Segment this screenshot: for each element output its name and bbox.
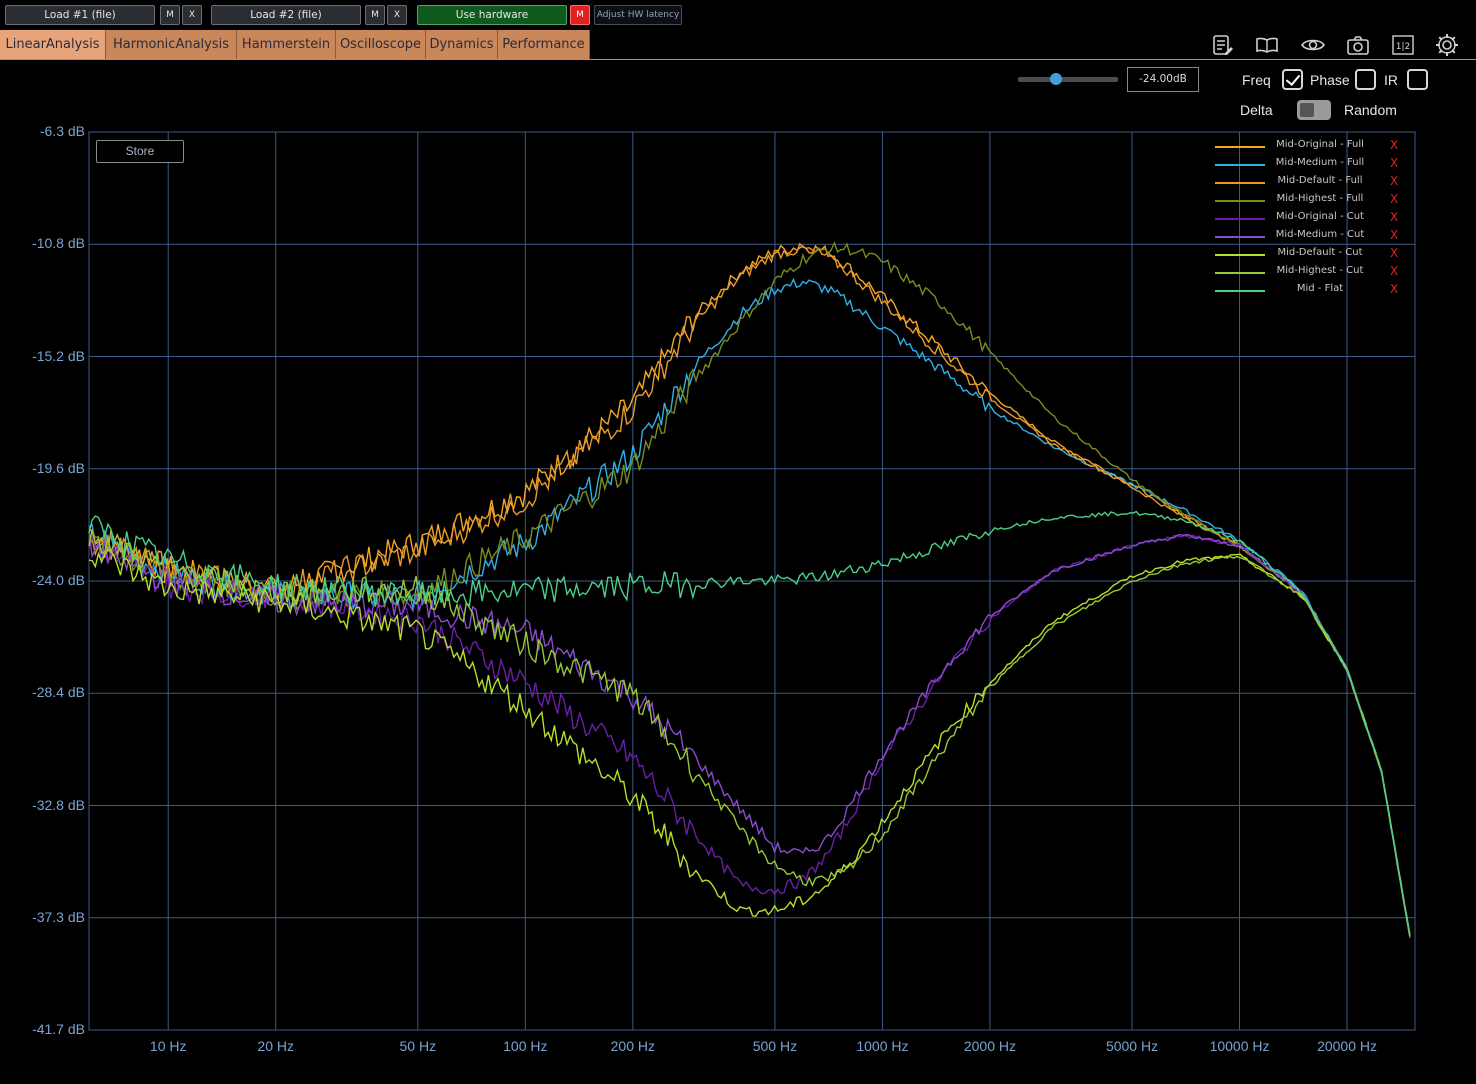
series-line <box>88 241 1411 938</box>
x-tick-label: 1000 Hz <box>856 1038 909 1054</box>
x-tick-label: 10000 Hz <box>1209 1038 1270 1054</box>
legend-swatch <box>1215 236 1265 238</box>
legend-item: Mid-Original - Full X <box>1214 138 1404 156</box>
legend-label: Mid-Default - Full <box>1277 175 1363 186</box>
series-line <box>88 533 1411 936</box>
legend-label: Mid-Medium - Cut <box>1275 229 1365 240</box>
series-line <box>88 277 1411 938</box>
legend-label: Mid-Medium - Full <box>1275 157 1365 168</box>
legend-label: Mid-Default - Cut <box>1277 247 1363 258</box>
legend-item: Mid-Default - Full X <box>1214 174 1404 192</box>
remove-series-button[interactable]: X <box>1390 228 1398 242</box>
legend-item: Mid-Original - Cut X <box>1214 210 1404 228</box>
remove-series-button[interactable]: X <box>1390 246 1398 260</box>
y-tick-label: -28.4 dB <box>32 684 85 701</box>
y-tick-label: -32.8 dB <box>32 796 85 813</box>
x-tick-label: 200 Hz <box>610 1038 655 1054</box>
plot-series <box>88 241 1411 938</box>
legend-label: Mid-Original - Cut <box>1276 211 1364 222</box>
remove-series-button[interactable]: X <box>1390 138 1398 152</box>
legend-item: Mid-Highest - Cut X <box>1214 264 1404 282</box>
remove-series-button[interactable]: X <box>1390 264 1398 278</box>
y-tick-label: -37.3 dB <box>32 908 85 925</box>
x-tick-label: 5000 Hz <box>1105 1038 1159 1054</box>
series-line <box>88 510 1411 936</box>
legend-label: Mid - Flat <box>1296 283 1344 294</box>
legend-swatch <box>1215 254 1265 256</box>
remove-series-button[interactable]: X <box>1390 210 1398 224</box>
legend-label: Mid-Highest - Full <box>1276 193 1364 204</box>
x-tick-label: 50 Hz <box>399 1038 437 1054</box>
legend-item: Mid - Flat X <box>1214 282 1404 300</box>
y-tick-label: -10.8 dB <box>32 235 85 252</box>
legend-swatch <box>1215 218 1265 220</box>
remove-series-button[interactable]: X <box>1390 174 1398 188</box>
series-line <box>88 549 1411 936</box>
legend-label: Mid-Highest - Cut <box>1276 265 1364 276</box>
y-tick-label: -15.2 dB <box>32 347 85 364</box>
legend-swatch <box>1215 164 1265 166</box>
legend-swatch <box>1215 290 1265 292</box>
legend-swatch <box>1215 200 1265 202</box>
legend-item: Mid-Medium - Full X <box>1214 156 1404 174</box>
legend-item: Mid-Highest - Full X <box>1214 192 1404 210</box>
x-tick-label: 10 Hz <box>149 1038 187 1054</box>
legend-item: Mid-Default - Cut X <box>1214 246 1404 264</box>
y-tick-label: -19.6 dB <box>32 459 85 476</box>
remove-series-button[interactable]: X <box>1390 156 1398 170</box>
x-tick-label: 100 Hz <box>503 1038 548 1054</box>
y-tick-label: -6.3 dB <box>39 123 85 139</box>
x-tick-label: 20000 Hz <box>1317 1038 1377 1054</box>
x-tick-label: 20 Hz <box>257 1038 294 1054</box>
legend-label: Mid-Original - Full <box>1276 139 1364 150</box>
x-tick-label: 2000 Hz <box>963 1038 1016 1054</box>
store-button[interactable]: Store <box>96 140 184 163</box>
x-tick-label: 500 Hz <box>752 1038 798 1054</box>
y-tick-label: -41.7 dB <box>32 1021 85 1037</box>
legend-swatch <box>1215 146 1265 148</box>
legend-item: Mid-Medium - Cut X <box>1214 228 1404 246</box>
legend-swatch <box>1215 182 1265 184</box>
remove-series-button[interactable]: X <box>1390 192 1398 206</box>
legend-swatch <box>1215 272 1265 274</box>
y-tick-label: -24.0 dB <box>32 572 85 588</box>
remove-series-button[interactable]: X <box>1390 282 1398 296</box>
